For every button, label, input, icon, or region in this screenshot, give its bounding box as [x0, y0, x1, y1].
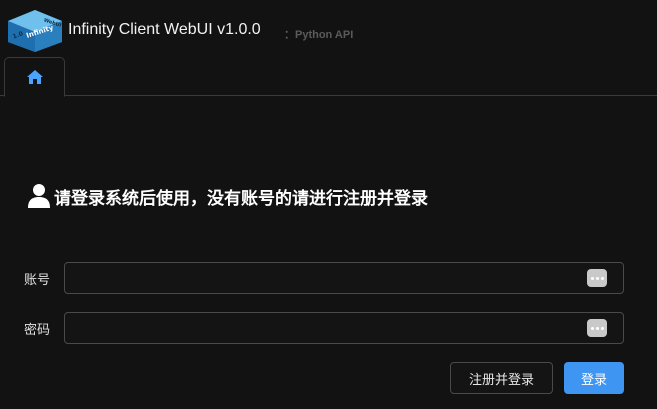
user-icon	[28, 184, 50, 208]
app-subtitle: ：Python API	[284, 29, 354, 41]
register-and-login-button[interactable]: 注册并登录	[450, 362, 553, 394]
home-icon	[26, 70, 43, 84]
account-field[interactable]	[64, 262, 624, 294]
password-input[interactable]	[65, 313, 575, 343]
login-button[interactable]: 登录	[564, 362, 624, 394]
app-title: Infinity Client WebUI v1.0.0	[68, 21, 261, 38]
password-label: 密码	[24, 323, 51, 338]
account-label: 账号	[24, 273, 51, 288]
login-notice: 请登录系统后使用，没有账号的请进行注册并登录	[27, 183, 428, 209]
tab-bar	[0, 57, 657, 97]
autofill-menu-icon[interactable]	[587, 269, 607, 287]
login-notice-text: 请登录系统后使用，没有账号的请进行注册并登录	[54, 188, 428, 209]
app-logo: 1.0 Infinity WebUI	[8, 10, 62, 52]
app-header: 1.0 Infinity WebUI Infinity Client WebUI…	[0, 0, 657, 56]
password-field[interactable]	[64, 312, 624, 344]
autofill-menu-icon[interactable]	[587, 319, 607, 337]
account-input[interactable]	[65, 263, 575, 293]
tab-home[interactable]	[4, 57, 65, 97]
